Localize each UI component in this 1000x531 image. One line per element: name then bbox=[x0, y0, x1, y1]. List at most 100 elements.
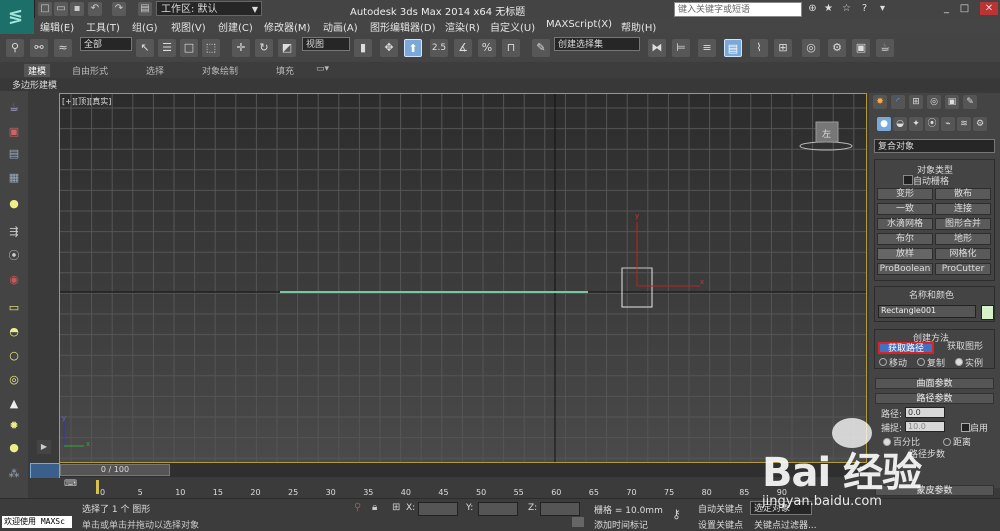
object-color-swatch[interactable] bbox=[981, 305, 994, 320]
plane-icon[interactable]: ▭ bbox=[5, 299, 23, 317]
menu-graph-editors[interactable]: 图形编辑器(D) bbox=[370, 19, 436, 34]
mesher-button[interactable]: 网格化 bbox=[935, 248, 991, 260]
snap-toggle[interactable]: 2.5 bbox=[430, 39, 448, 57]
key-icon[interactable]: ⚷ bbox=[672, 507, 681, 521]
window-crossing-icon[interactable]: ⬚ bbox=[202, 39, 220, 57]
auto-key-button[interactable]: 自动关键点 bbox=[698, 502, 743, 515]
create-tab-icon[interactable]: ✸ bbox=[873, 95, 887, 109]
poly-modeling-label[interactable]: 多边形建模 bbox=[12, 78, 57, 91]
terrain-button[interactable]: 地形 bbox=[935, 233, 991, 245]
connect-button[interactable]: 连接 bbox=[935, 203, 991, 215]
selection-filter-dropdown[interactable]: 全部 bbox=[80, 37, 132, 51]
modify-tab-icon[interactable]: ◜ bbox=[891, 95, 905, 109]
light-icon[interactable]: ● bbox=[5, 195, 23, 213]
time-tag-icon[interactable] bbox=[572, 517, 584, 527]
binoculars-icon[interactable]: ⊕ bbox=[806, 2, 819, 15]
tube-icon[interactable]: ◎ bbox=[5, 371, 23, 389]
dots-icon[interactable]: ⁂ bbox=[5, 465, 23, 483]
shapes-icon[interactable]: ◒ bbox=[893, 117, 907, 131]
loft-button[interactable]: 放样 bbox=[877, 248, 933, 260]
align-icon[interactable]: ⊨ bbox=[672, 39, 690, 57]
menu-help[interactable]: 帮助(H) bbox=[621, 19, 656, 34]
conform-button[interactable]: 一致 bbox=[877, 203, 933, 215]
proboolean-button[interactable]: ProBoolean bbox=[877, 263, 933, 275]
rotate-icon[interactable]: ↻ bbox=[255, 39, 273, 57]
helpers-icon[interactable]: ⌁ bbox=[941, 117, 955, 131]
key-filters-button[interactable]: 关键点过滤器... bbox=[754, 518, 817, 531]
scatter-button[interactable]: 散布 bbox=[935, 188, 991, 200]
get-path-button[interactable]: 获取路径 bbox=[878, 342, 934, 354]
shapemerge-button[interactable]: 图形合并 bbox=[935, 218, 991, 230]
tab-selection[interactable]: 选择 bbox=[146, 64, 164, 77]
help-icon[interactable]: ? bbox=[858, 2, 871, 15]
blobmesh-button[interactable]: 水滴网格 bbox=[877, 218, 933, 230]
named-selection-dropdown[interactable]: 创建选择集 bbox=[554, 37, 640, 51]
time-slider-thumb[interactable]: 0 / 100 bbox=[60, 464, 170, 476]
arrow-icon[interactable]: ⇶ bbox=[5, 223, 23, 241]
list-icon[interactable]: ▤ bbox=[5, 145, 23, 163]
ref-coord-dropdown[interactable]: 视图 bbox=[302, 37, 350, 51]
lock-icon[interactable]: 🔒︎ bbox=[372, 502, 377, 513]
save-file-icon[interactable]: ▪ bbox=[70, 2, 84, 16]
camera-icon[interactable]: ⦿ bbox=[5, 247, 23, 265]
name-color-header[interactable]: 名称和颜色 bbox=[909, 288, 954, 301]
communication-center-icon[interactable]: ★ bbox=[822, 2, 835, 15]
y-coord-field[interactable] bbox=[478, 502, 518, 516]
time-slider[interactable]: 0 / 100 > bbox=[60, 463, 868, 477]
procutter-button[interactable]: ProCutter bbox=[935, 263, 991, 275]
minimize-icon[interactable]: _ bbox=[940, 2, 953, 15]
schematic-view-icon[interactable]: ⊞ bbox=[774, 39, 792, 57]
percent-snap-icon[interactable]: % bbox=[478, 39, 496, 57]
box-icon[interactable]: ▣ bbox=[5, 123, 23, 141]
ribbon-options-icon[interactable]: ▭▾ bbox=[316, 64, 329, 74]
info-icon[interactable]: ▾ bbox=[876, 2, 889, 15]
tab-populate[interactable]: 填充 bbox=[276, 64, 294, 77]
new-file-icon[interactable]: □ bbox=[38, 2, 52, 16]
path-value-field[interactable]: 0.0 bbox=[905, 407, 945, 418]
isolate-icon[interactable]: ⚲ bbox=[354, 502, 361, 513]
geosphere-icon[interactable]: ● bbox=[5, 439, 23, 457]
select-by-name-icon[interactable]: ☰ bbox=[158, 39, 176, 57]
sphere-icon[interactable]: ○ bbox=[5, 347, 23, 365]
menu-edit[interactable]: 编辑(E) bbox=[40, 19, 74, 34]
hemisphere-icon[interactable]: ◓ bbox=[5, 323, 23, 341]
render-frame-icon[interactable]: ▣ bbox=[852, 39, 870, 57]
bind-spacewarp-icon[interactable]: ≈ bbox=[54, 39, 72, 57]
workspace-dropdown[interactable]: 工作区: 默认 ▼ bbox=[156, 1, 262, 16]
menu-customize[interactable]: 自定义(U) bbox=[490, 19, 535, 34]
close-icon[interactable]: ✕ bbox=[980, 2, 998, 15]
sun-icon[interactable]: ✹ bbox=[5, 417, 23, 435]
search-input[interactable]: 键入关键字或短语 bbox=[674, 2, 802, 17]
geometry-icon[interactable]: ● bbox=[877, 117, 891, 131]
lights-icon[interactable]: ✦ bbox=[909, 117, 923, 131]
absolute-mode-icon[interactable]: ⊞ bbox=[392, 502, 400, 513]
ring-icon[interactable]: ◉ bbox=[5, 271, 23, 289]
scene-explorer-icon[interactable]: ▤ bbox=[724, 39, 742, 57]
material-editor-icon[interactable]: ◎ bbox=[802, 39, 820, 57]
display-tab-icon[interactable]: ▣ bbox=[945, 95, 959, 109]
mirror-icon[interactable]: ⧓ bbox=[648, 39, 666, 57]
cone-icon[interactable]: ▲ bbox=[5, 395, 23, 413]
pivot-icon[interactable]: ▮ bbox=[354, 39, 372, 57]
project-folder-icon[interactable]: ▤ bbox=[138, 2, 152, 16]
menu-views[interactable]: 视图(V) bbox=[171, 19, 206, 34]
get-shape-button[interactable]: 获取图形 bbox=[937, 342, 993, 354]
z-coord-field[interactable] bbox=[540, 502, 580, 516]
path-params-rollout[interactable]: 路径参数 bbox=[875, 393, 994, 404]
render-teapot-icon[interactable]: ☕ bbox=[876, 39, 894, 57]
category-dropdown[interactable]: 复合对象 bbox=[874, 139, 995, 153]
maxscript-listener[interactable]: 欢迎使用 MAXSc bbox=[2, 516, 72, 528]
menu-group[interactable]: 组(G) bbox=[132, 19, 158, 34]
select-manipulate-icon[interactable]: ✥ bbox=[380, 39, 398, 57]
maximize-icon[interactable]: □ bbox=[958, 2, 971, 15]
instance-radio[interactable] bbox=[955, 358, 963, 366]
menu-animation[interactable]: 动画(A) bbox=[323, 19, 358, 34]
edit-named-selection-icon[interactable]: ✎ bbox=[532, 39, 550, 57]
grid-icon[interactable]: ▦ bbox=[5, 169, 23, 187]
keyboard-shortcut-icon[interactable]: ⬆ bbox=[404, 39, 422, 57]
undo-icon[interactable]: ↶ bbox=[88, 2, 102, 16]
menu-tools[interactable]: 工具(T) bbox=[86, 19, 120, 34]
viewport-top[interactable]: [+][顶][真实] 左 x y x y bbox=[59, 93, 867, 463]
menu-maxscript[interactable]: MAXScript(X) bbox=[546, 19, 612, 30]
autogrid-checkbox[interactable] bbox=[903, 175, 913, 185]
